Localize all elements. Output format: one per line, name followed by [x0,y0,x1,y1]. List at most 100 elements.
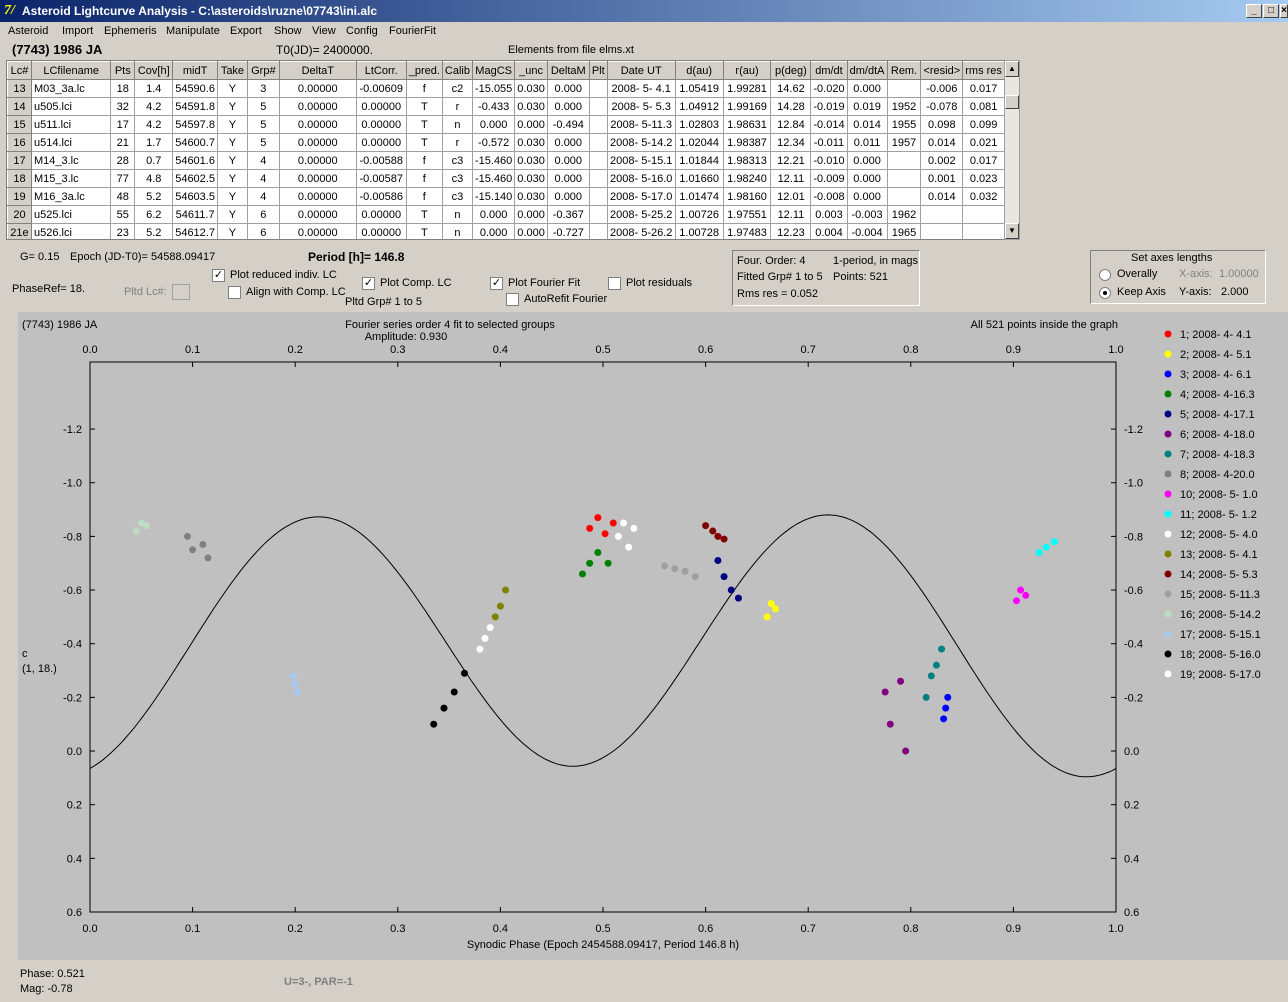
column-header[interactable]: Plt [588,61,608,80]
table-cell[interactable]: 1.98387 [722,133,772,152]
table-cell[interactable]: 0.00000 [278,151,357,170]
table-cell[interactable]: -0.020 [810,79,848,98]
table-cell[interactable]: 14 [7,97,32,116]
table-cell[interactable]: -0.00609 [355,79,407,98]
table-cell[interactable]: 12.11 [770,169,812,188]
table-cell[interactable] [886,79,922,98]
table-cell[interactable]: 1.99169 [722,97,772,116]
table-cell[interactable]: 0.000 [514,223,548,239]
column-header[interactable]: dm/dtA [846,61,888,80]
table-cell[interactable]: 54597.8 [172,115,218,134]
table-cell[interactable]: 0.017 [962,151,1005,170]
table-cell[interactable]: 2008- 5-14.2 [606,133,676,152]
table-cell[interactable]: 5 [246,133,280,152]
lightcurve-table[interactable]: Lc# LCfilename Pts Cov[h] midT Take Grp# DeltaT… [6,60,1006,240]
column-header[interactable]: Date UT [606,61,676,80]
table-row[interactable]: 16 u514.lci 21 1.7 54600.7 Y 5 0.00000 0.00000 Tr… [7,133,1005,152]
table-cell[interactable]: 0.000 [546,169,590,188]
table-cell[interactable]: f [405,187,443,206]
table-cell[interactable]: 19 [7,187,32,206]
table-cell[interactable]: Y [216,169,248,188]
table-cell[interactable]: c3 [441,187,473,206]
table-cell[interactable]: 0.098 [920,115,964,134]
plot-fourier-checkbox[interactable]: ✓ [490,277,503,290]
table-cell[interactable]: 4.8 [134,169,174,188]
table-cell[interactable]: u514.lci [30,133,112,152]
table-cell[interactable]: 0.000 [471,223,516,239]
table-cell[interactable]: 0.000 [471,205,516,224]
table-cell[interactable]: 2008- 5-11.3 [606,115,676,134]
table-cell[interactable]: 1.98240 [722,169,772,188]
column-header[interactable]: LtCorr. [355,61,407,80]
table-cell[interactable] [920,223,964,239]
close-button[interactable]: × [1280,4,1288,18]
table-cell[interactable]: u511.lci [30,115,112,134]
table-row[interactable]: 14 u505.lci 32 4.2 54591.8 Y 5 0.00000 0.00000 Tr… [7,97,1005,116]
table-cell[interactable]: 0.000 [846,151,888,170]
table-cell[interactable]: M14_3.lc [30,151,112,170]
table-cell[interactable]: 0.081 [962,97,1005,116]
table-cell[interactable]: Y [216,205,248,224]
table-cell[interactable] [588,133,608,152]
table-cell[interactable]: 0.004 [810,223,848,239]
table-cell[interactable]: -15.055 [471,79,516,98]
table-cell[interactable]: 0.000 [546,133,590,152]
table-cell[interactable]: 0.00000 [278,169,357,188]
table-cell[interactable]: f [405,79,443,98]
table-cell[interactable]: 0.000 [546,187,590,206]
table-cell[interactable]: -15.460 [471,169,516,188]
table-cell[interactable]: 0.00000 [278,97,357,116]
table-cell[interactable]: 3 [246,79,280,98]
column-header[interactable]: Lc# [7,61,32,80]
table-cell[interactable]: -0.433 [471,97,516,116]
table-cell[interactable] [588,115,608,134]
table-cell[interactable]: 1.00728 [674,223,724,239]
table-cell[interactable]: -0.004 [846,223,888,239]
table-cell[interactable]: c2 [441,79,473,98]
menu-asteroid[interactable]: Asteroid [8,25,48,37]
table-cell[interactable]: 2008- 5-26.2 [606,223,676,239]
table-cell[interactable]: 0.00000 [355,223,407,239]
table-cell[interactable] [962,223,1005,239]
table-cell[interactable]: 4.2 [134,97,174,116]
table-cell[interactable]: 0.00000 [278,205,357,224]
table-cell[interactable]: Y [216,151,248,170]
table-cell[interactable]: 1.04912 [674,97,724,116]
maximize-button[interactable]: □ [1263,4,1279,18]
table-cell[interactable]: 0.014 [920,187,964,206]
table-cell[interactable]: 1.02044 [674,133,724,152]
table-cell[interactable] [962,205,1005,224]
table-cell[interactable]: Y [216,79,248,98]
pltd-lc-spinner[interactable] [172,284,190,300]
table-cell[interactable]: 0.099 [962,115,1005,134]
table-cell[interactable]: -0.00587 [355,169,407,188]
table-cell[interactable]: 54612.7 [172,223,218,239]
table-cell[interactable]: -0.019 [810,97,848,116]
table-cell[interactable]: f [405,151,443,170]
table-cell[interactable]: 0.00000 [355,115,407,134]
table-cell[interactable]: 1.98160 [722,187,772,206]
lightcurve-plot-panel[interactable]: 0.0 0.0 0.1 0.1 0.2 0.2 0.3 0.3 0.4 0.4 0.5 0.5 0.6 0… [18,312,1288,960]
table-cell[interactable]: 54591.8 [172,97,218,116]
table-cell[interactable]: 0.00000 [355,133,407,152]
table-cell[interactable]: -0.572 [471,133,516,152]
column-header[interactable]: Pts [110,61,136,80]
table-cell[interactable]: 12.01 [770,187,812,206]
table-cell[interactable]: n [441,205,473,224]
table-cell[interactable] [588,187,608,206]
table-cell[interactable]: 0.002 [920,151,964,170]
plot-comp-checkbox[interactable]: ✓ [362,277,375,290]
table-cell[interactable]: 0.001 [920,169,964,188]
table-cell[interactable]: 77 [110,169,136,188]
table-cell[interactable]: 1.01844 [674,151,724,170]
table-cell[interactable]: -0.727 [546,223,590,239]
table-cell[interactable]: 0.014 [920,133,964,152]
table-cell[interactable]: 0.023 [962,169,1005,188]
x-axis-value[interactable]: 1.00000 [1219,268,1259,280]
table-cell[interactable] [588,205,608,224]
table-cell[interactable]: Y [216,115,248,134]
table-cell[interactable]: -0.078 [920,97,964,116]
table-cell[interactable]: M03_3a.lc [30,79,112,98]
table-cell[interactable]: 1.05419 [674,79,724,98]
table-cell[interactable]: 18 [110,79,136,98]
